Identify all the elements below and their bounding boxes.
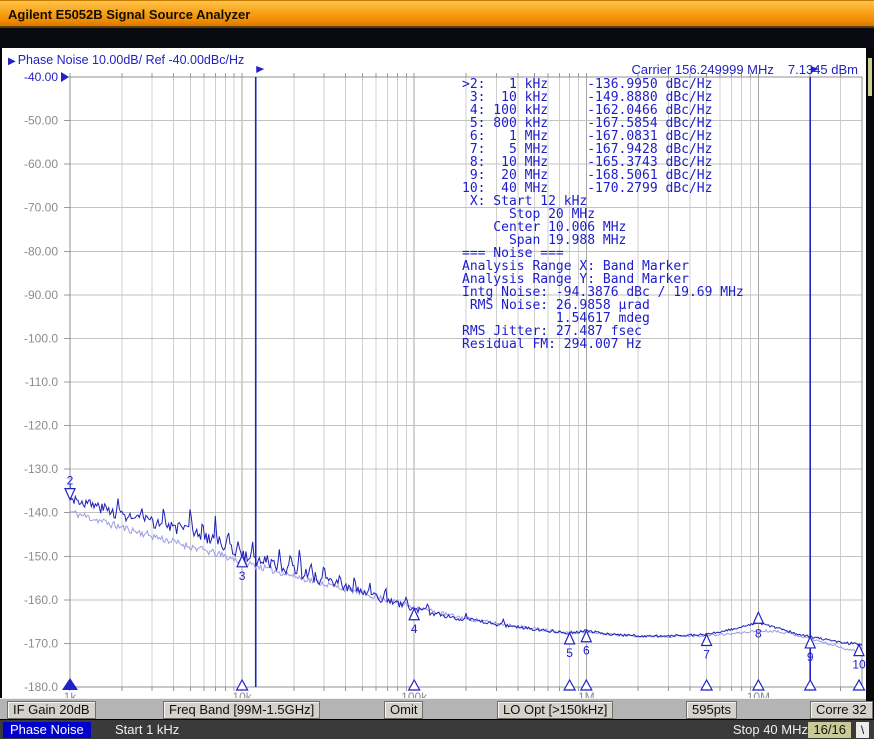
- marker-number: 5: [566, 646, 573, 660]
- y-axis-tick-label: -160.0: [24, 593, 58, 607]
- y-axis-tick-label: -150.0: [24, 549, 58, 563]
- band-marker-flag-icon: [256, 66, 264, 77]
- trace-header[interactable]: ▶Phase Noise 10.00dB/ Ref -40.00dBc/Hz: [8, 53, 244, 67]
- marker-stimulus-icon: [805, 680, 816, 690]
- if-gain-button[interactable]: IF Gain 20dB: [7, 701, 96, 719]
- active-marker-stimulus-icon: [62, 678, 78, 690]
- y-axis-tick-label: -50.00: [24, 114, 58, 128]
- plot-window: -40.00 -50.00 -60.00 -70.00 -80.00 -90.00 -100…: [2, 48, 866, 698]
- y-axis-tick-label: -180.0: [24, 680, 58, 694]
- y-axis-tick-label: -100.0: [24, 331, 58, 345]
- marker-stimulus-icon: [753, 680, 764, 690]
- carrier-frequency: Carrier 156.249999 MHz: [632, 62, 774, 77]
- y-axis-tick-label: -130.0: [24, 462, 58, 476]
- carrier-readout: Carrier 156.249999 MHz 7.1345 dBm: [632, 62, 858, 77]
- marker-stimulus-icon: [237, 680, 248, 690]
- status-bar: Phase Noise Start 1 kHz Stop 40 MHz 16/1…: [0, 719, 874, 739]
- marker-triangle-icon: [65, 489, 75, 500]
- y-axis-tick-label: -170.0: [24, 636, 58, 650]
- menu-strip: [0, 28, 874, 48]
- y-axis-tick-label: -110.0: [25, 375, 58, 389]
- lo-opt-button[interactable]: LO Opt [>150kHz]: [497, 701, 613, 719]
- marker-stimulus-icon: [854, 680, 865, 690]
- average-counter: 16/16: [808, 722, 851, 738]
- marker-number: 3: [239, 569, 246, 583]
- reference-level-icon: [61, 72, 69, 82]
- measurement-settings-bar: IF Gain 20dB Freq Band [99M-1.5GHz] Omit…: [0, 698, 866, 719]
- right-gutter: [866, 48, 874, 698]
- points-button[interactable]: 595pts: [686, 701, 737, 719]
- active-measurement-chip[interactable]: Phase Noise: [3, 722, 91, 738]
- marker-stimulus-icon: [564, 680, 575, 690]
- y-axis-tick-label: -120.0: [24, 419, 58, 433]
- busy-indicator: \: [856, 722, 869, 738]
- scroll-thumb[interactable]: [868, 58, 872, 96]
- sweep-start-readout: Start 1 kHz: [115, 722, 179, 738]
- trace-header-label: Phase Noise 10.00dB/ Ref -40.00dBc/Hz: [18, 53, 245, 67]
- marker-number: 8: [755, 626, 762, 640]
- y-axis-tick-label: -80.00: [24, 244, 58, 258]
- marker-triangle-icon: [805, 637, 815, 648]
- marker-stimulus-icon: [701, 680, 712, 690]
- marker-stimulus-icon: [409, 680, 420, 690]
- y-axis-tick-label: -70.00: [24, 201, 58, 215]
- marker-number: 9: [807, 650, 814, 664]
- marker-number: 10: [852, 658, 866, 672]
- y-axis-tick-label: -40.00: [24, 70, 58, 84]
- marker-number: 6: [583, 644, 590, 658]
- marker-triangle-icon: [565, 633, 575, 644]
- instrument-screen: Agilent E5052B Signal Source Analyzer -4…: [0, 0, 874, 739]
- trace-markers: 2 3 4 56 7 8 9 10: [62, 474, 866, 690]
- marker-number: 7: [703, 647, 710, 661]
- marker-triangle-icon: [753, 612, 763, 623]
- y-axis-tick-label: -60.00: [24, 157, 58, 171]
- marker-number: 2: [67, 474, 74, 488]
- window-titlebar: Agilent E5052B Signal Source Analyzer: [0, 0, 874, 28]
- window-title: Agilent E5052B Signal Source Analyzer: [8, 7, 250, 22]
- correlation-button[interactable]: Corre 32: [810, 701, 873, 719]
- marker-stimulus-icon: [581, 680, 592, 690]
- omit-button[interactable]: Omit: [384, 701, 423, 719]
- marker-info-panel: >2: 1 kHz -136.9950 dBc/Hz 3: 10 kHz -14…: [462, 78, 744, 351]
- sweep-stop-readout: Stop 40 MHz: [733, 722, 808, 738]
- carrier-power: 7.1345 dBm: [788, 62, 858, 77]
- marker-number: 4: [411, 622, 418, 636]
- active-trace-icon: ▶: [8, 56, 16, 67]
- freq-band-button[interactable]: Freq Band [99M-1.5GHz]: [163, 701, 320, 719]
- y-axis-tick-label: -90.00: [24, 288, 58, 302]
- y-axis-tick-label: -140.0: [24, 506, 58, 520]
